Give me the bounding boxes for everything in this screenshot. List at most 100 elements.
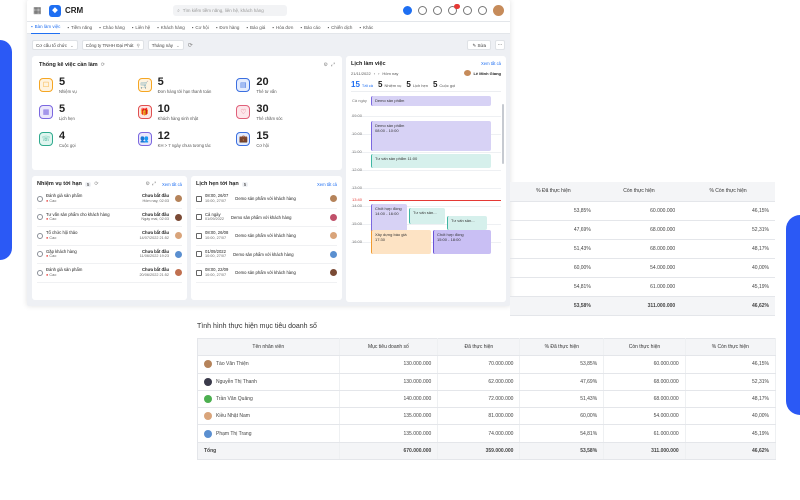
stat-item[interactable]: 💼 15 Cơ hội [236, 130, 335, 148]
refresh-icon[interactable]: ⟳ [101, 62, 105, 68]
stat-text: 12 KH > 7 ngày chưa tương tác [158, 130, 211, 148]
nav-item[interactable]: ▪ Chiến dịch [327, 25, 352, 30]
task-row[interactable]: Tư vấn sản phẩm cho khách hàng ● Cao Chưa … [37, 209, 182, 227]
nav-item[interactable]: ▪ Báo giá [246, 25, 265, 30]
table-row[interactable]: Nguyễn Thị Thanh 130.000.000 62.000.000 47,… [197, 373, 777, 391]
period-select[interactable]: Tháng này ⌄ [147, 40, 184, 50]
event-close-contract[interactable]: Chốt hợp đồng 14:00 - 16:00 [371, 204, 407, 232]
task-checkbox-icon[interactable] [37, 195, 43, 202]
calendar-icon [196, 214, 202, 221]
calendar-tab[interactable]: 15 Tất cả [351, 80, 373, 89]
stat-item[interactable]: 👥 12 KH > 7 ngày chưa tương tác [137, 130, 237, 148]
calendar-range-label[interactable]: Hôm nay [382, 71, 398, 76]
nav-item[interactable]: ▪ Đơn hàng [216, 25, 240, 30]
event-quote[interactable]: Xây dựng báo giá 17:30 [371, 230, 431, 254]
task-checkbox-icon[interactable] [37, 269, 43, 276]
facebook-icon[interactable] [403, 6, 412, 15]
stat-item[interactable]: ▦ 5 Lịch hẹn [39, 103, 138, 121]
stat-item[interactable]: 🎁 10 Khách hàng sinh nhật [137, 103, 237, 121]
tasks-see-all-link[interactable]: Xem tất cả [162, 182, 182, 187]
notification-bell-icon[interactable] [448, 4, 460, 15]
appointment-row[interactable]: 08:00, 26/08 10:00, 27/07 Demo sản phẩm vớ… [196, 227, 337, 246]
more-button[interactable]: ··· [495, 40, 505, 50]
calendar-tab[interactable]: 5 Nhiệm vụ [378, 80, 401, 89]
column-header[interactable]: % Đã thực hiện [510, 182, 597, 202]
nav-item[interactable]: ▪ Tiềm năng [67, 25, 92, 30]
nav-item[interactable]: ▪ Cơ hội [192, 25, 209, 30]
column-header[interactable]: Còn thực hiện [596, 182, 682, 202]
calendar-owner[interactable]: Lê Minh Giang [464, 70, 501, 76]
calendar-tab[interactable]: 5 Lịch hẹn [406, 80, 428, 89]
nav-item[interactable]: ▪ Hóa đơn [272, 25, 293, 30]
user-avatar[interactable] [493, 5, 504, 16]
task-checkbox-icon[interactable] [37, 214, 43, 221]
event-consult-2[interactable]: Tư vấn sản... [409, 208, 445, 224]
help-icon[interactable] [478, 6, 487, 15]
stat-item[interactable]: ☐ 5 Nhiệm vụ [39, 76, 138, 94]
event-demo-product[interactable]: Demo sản phẩm 08:00 - 10:00 [371, 121, 491, 151]
column-header[interactable]: % Còn thực hiện [685, 338, 777, 357]
column-header[interactable]: Mục tiêu doanh số [339, 338, 439, 357]
gear-icon[interactable] [463, 6, 472, 15]
calendar-tab-label: Cuộc gọi [439, 83, 456, 88]
task-row[interactable]: Tổ chức hội thảo ● Cao Chưa bắt đầu 14/07/2… [37, 227, 182, 246]
calendar-icon[interactable] [433, 6, 442, 15]
column-header[interactable]: % Đã thực hiện [519, 338, 605, 357]
task-checkbox-icon[interactable] [37, 251, 43, 258]
task-row[interactable]: Gặp khách hàng ● Cao Chưa bắt đầu 11/06/202… [37, 246, 182, 264]
appointment-row[interactable]: 08:00, 22/09 10:00, 27/07 Demo sản phẩm vớ… [196, 264, 337, 283]
nav-item[interactable]: ▪ Báo cáo [300, 25, 320, 30]
table-row[interactable]: Tào Văn Thiện 130.000.000 70.000.000 53,85%… [197, 355, 777, 374]
calendar-date[interactable]: 21/11/2022 [351, 71, 371, 76]
event-close-contract-2[interactable]: Chốt hợp đồng 15:00 - 18:00 [433, 230, 491, 254]
company-select[interactable]: Công ty TNHH Đại Phát ⚲ [81, 40, 144, 50]
event-consult[interactable]: Tư vấn sản phẩm 11:00 [371, 154, 491, 168]
column-header[interactable]: Còn thực hiện [603, 338, 686, 357]
column-header[interactable]: Đã thực hiện [437, 338, 521, 357]
stat-item[interactable]: ▤ 20 Thẻ tư vấn [236, 76, 335, 94]
apps-grid-icon[interactable]: ▦ [33, 5, 43, 16]
org-structure-select[interactable]: Cơ cấu tổ chức ⌄ [32, 40, 78, 50]
column-header[interactable]: % Còn thực hiện [681, 182, 775, 202]
appointments-see-all-link[interactable]: Xem tất cả [317, 182, 337, 187]
table-row[interactable]: Trần Văn Quảng 140.000.000 72.000.000 51,43… [197, 390, 777, 409]
edit-button[interactable]: ✎ Sửa [467, 40, 491, 50]
stat-item[interactable]: 🛒 5 Đơn hàng tới hạn thanh toán [137, 76, 237, 94]
calendar-tab[interactable]: 5 Cuộc gọi [433, 80, 455, 89]
appointment-row[interactable]: 08:00, 26/07 10:00, 27/07 Demo sản phẩm vớ… [196, 190, 337, 209]
timeline-scrollbar[interactable] [502, 104, 504, 164]
appointment-row[interactable]: 01/09/2022 10:00, 27/07 Demo sản phẩm với … [196, 246, 337, 264]
stat-value: 4 [59, 130, 66, 142]
expand-icon[interactable]: ⤢ [331, 62, 335, 68]
global-search-input[interactable]: ⌕ Tìm kiếm tiềm năng, liên hệ, khách hàn… [173, 5, 288, 16]
chevron-right-icon[interactable]: › [378, 71, 379, 76]
task-priority-label: Cao [49, 235, 57, 240]
column-header[interactable]: Tên nhân viên [197, 338, 340, 357]
task-checkbox-icon[interactable] [37, 232, 43, 239]
edit-label: Sửa [477, 43, 486, 48]
nav-item[interactable]: ▪ Khách hàng [157, 25, 185, 30]
task-row[interactable]: Đánh giá sản phẩm ● Cao Chưa bắt đầu 20/06/… [37, 264, 182, 283]
chevron-left-icon[interactable]: ‹ [374, 71, 375, 76]
settings-icon[interactable]: ⚙ [145, 181, 149, 187]
table-row[interactable]: Phạm Thị Trang 135.000.000 74.000.000 54,81… [197, 424, 777, 443]
event-allday[interactable]: Demo sản phẩm [371, 96, 491, 106]
calendar-see-all-link[interactable]: Xem tất cả [481, 61, 501, 67]
expand-icon[interactable]: ⤢ [152, 181, 156, 187]
event-consult-3[interactable]: Tư vấn sản... [447, 216, 487, 230]
stat-item[interactable]: ♡ 30 Thẻ chăm sóc [236, 103, 335, 121]
refresh-icon[interactable]: ⟳ [188, 42, 193, 49]
event-text: Demo sản phẩm [375, 98, 405, 103]
settings-icon[interactable]: ⚙ [324, 62, 328, 68]
nav-item[interactable]: ▪ Bàn làm việc [31, 22, 61, 34]
refresh-icon[interactable]: ⟳ [94, 181, 98, 187]
task-row[interactable]: Đánh giá sản phẩm ● Cao Chưa bắt đầu Hôm na… [37, 190, 182, 209]
task-priority: ● Cao [46, 254, 77, 260]
nav-item[interactable]: ▪ Liên hệ [132, 25, 150, 30]
nav-item[interactable]: ▪ Chào hàng [99, 25, 125, 30]
nav-item[interactable]: ▪ Khác [359, 25, 373, 30]
stat-item[interactable]: ☏ 4 Cuộc gọi [39, 130, 138, 148]
table-row[interactable]: Kiều Nhật Nam 135.000.000 81.000.000 60,00%… [197, 407, 777, 426]
settings-icon[interactable] [418, 6, 427, 15]
appointment-row[interactable]: Cả ngày 01/09/2022 Demo sản phẩm với khách… [196, 209, 337, 227]
